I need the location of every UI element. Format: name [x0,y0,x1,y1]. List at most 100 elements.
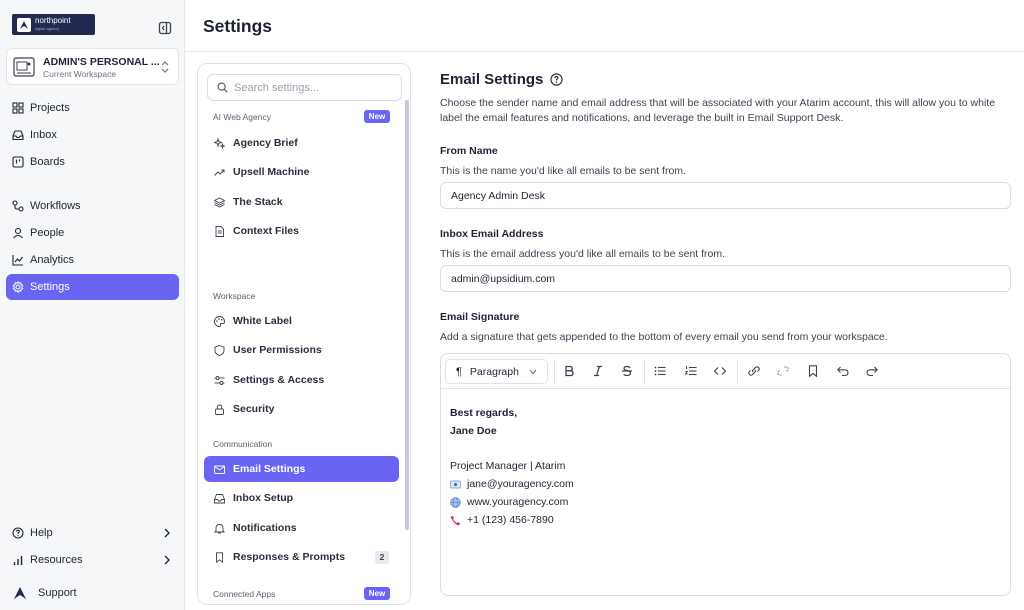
paragraph-style-select[interactable]: ¶ Paragraph [445,359,548,384]
from-name-label: From Name [440,145,498,157]
menu-item-label: Inbox Setup [233,492,294,504]
signature-editor[interactable]: ¶ Paragraph Best regards, Jane Doe Proje… [440,353,1011,596]
page-header: Settings [185,0,1024,52]
menu-item-the-stack[interactable]: The Stack [204,189,399,215]
nav-people-label: People [30,227,65,239]
menu-item-email-settings[interactable]: Email Settings [204,456,399,482]
nav-support[interactable]: Support [6,580,179,606]
toolbar-divider [644,359,645,384]
from-name-input[interactable] [440,182,1011,209]
inbox-email-input[interactable] [440,265,1011,292]
group-label-communication: Communication [213,439,273,449]
toolbar-divider [737,359,738,384]
nav-projects[interactable]: Projects [6,95,179,121]
sliders-icon [214,375,225,386]
workspace-subtitle: Current Workspace [43,69,117,79]
signature-website-line: www.youragency.com [450,496,568,508]
count-badge: 2 [375,551,389,564]
signature-phone: +1 (123) 456-7890 [467,514,554,526]
nav-help-label: Help [30,527,53,539]
workspace-switcher[interactable]: ADMIN'S PERSONAL ... Current Workspace [6,48,179,85]
menu-item-label: Email Settings [233,463,306,475]
menu-item-label: Upsell Machine [233,166,310,178]
search-icon [217,82,228,93]
signature-closing: Best regards, [450,407,518,419]
workspace-name: ADMIN'S PERSONAL ... [43,56,160,68]
bold-icon[interactable] [562,364,576,378]
nav-analytics[interactable]: Analytics [6,247,179,273]
bullet-list-icon[interactable] [653,364,667,378]
italic-icon[interactable] [591,364,605,378]
from-name-help: This is the name you'd like all emails t… [440,165,686,177]
nav-resources[interactable]: Resources [6,547,179,573]
menu-item-label: Responses & Prompts [233,551,346,563]
settings-menu: AI Web Agency New Agency Brief Upsell Ma… [197,63,411,605]
paragraph-style-value: Paragraph [469,365,519,378]
menu-scrollbar[interactable] [405,100,409,530]
lock-icon [214,404,225,415]
nav-people[interactable]: People [6,220,179,246]
nav-resources-label: Resources [30,554,83,566]
nav-help[interactable]: Help [6,520,179,546]
signature-phone-line: +1 (123) 456-7890 [450,514,554,526]
menu-item-white-label[interactable]: White Label [204,308,399,334]
app-sidebar: northpoint digital agency ADMIN'S PERSON… [0,0,185,610]
inbox-email-help: This is the email address you'd like all… [440,248,726,260]
signature-help: Add a signature that gets appended to th… [440,331,888,343]
search-input[interactable] [234,81,394,94]
nav-settings-label: Settings [30,281,70,293]
menu-item-context-files[interactable]: Context Files [204,218,399,244]
menu-item-label: User Permissions [233,344,322,356]
pilcrow-icon: ¶ [456,365,462,378]
gear-icon [12,281,24,293]
code-icon[interactable] [713,364,727,378]
menu-item-label: Security [233,403,275,415]
collapse-sidebar-icon[interactable] [158,21,172,35]
redo-icon[interactable] [865,364,879,378]
menu-item-notifications[interactable]: Notifications [204,515,399,541]
trending-up-icon [214,167,225,178]
menu-item-user-permissions[interactable]: User Permissions [204,337,399,363]
link-icon[interactable] [747,364,761,378]
menu-item-inbox-setup[interactable]: Inbox Setup [204,485,399,511]
numbered-list-icon[interactable] [684,364,698,378]
nav-inbox[interactable]: Inbox [6,122,179,148]
help-circle-icon [12,527,24,539]
group-label-connected-apps: Connected Apps [213,589,276,599]
menu-item-label: Settings & Access [233,374,325,386]
settings-search[interactable] [207,74,402,101]
workflow-icon [12,200,24,212]
group-label-ai: AI Web Agency [213,112,271,122]
help-circle-icon[interactable] [550,73,564,86]
group-label-workspace: Workspace [213,291,256,301]
nav-workflows[interactable]: Workflows [6,193,179,219]
brand-logo[interactable]: northpoint digital agency [12,14,95,35]
bookmark-icon[interactable] [806,364,820,378]
nav-settings[interactable]: Settings [6,274,179,300]
signature-label: Email Signature [440,311,520,323]
menu-item-responses-prompts[interactable]: Responses & Prompts 2 [204,544,399,570]
bell-icon [214,523,225,534]
person-icon [12,227,24,239]
shield-icon [214,344,225,356]
nav-inbox-label: Inbox [30,129,57,141]
menu-item-security[interactable]: Security [204,396,399,422]
menu-item-label: White Label [233,315,292,327]
menu-item-agency-brief[interactable]: Agency Brief [204,130,399,156]
nav-boards[interactable]: Boards [6,149,179,175]
section-title-text: Email Settings [440,71,544,88]
layers-icon [214,196,225,208]
menu-item-label: Context Files [233,225,299,237]
menu-item-settings-access[interactable]: Settings & Access [204,367,399,393]
page-title: Settings [203,16,273,36]
menu-item-label: Agency Brief [233,137,298,149]
unlink-icon[interactable] [776,364,790,378]
menu-item-upsell-machine[interactable]: Upsell Machine [204,159,399,185]
signature-website: www.youragency.com [467,496,569,508]
switch-workspace-icon [160,60,170,74]
chevron-down-icon [529,369,537,375]
undo-icon[interactable] [836,364,850,378]
toolbar-divider [554,359,555,384]
strikethrough-icon[interactable] [620,364,634,378]
section-title: Email Settings [440,71,564,88]
